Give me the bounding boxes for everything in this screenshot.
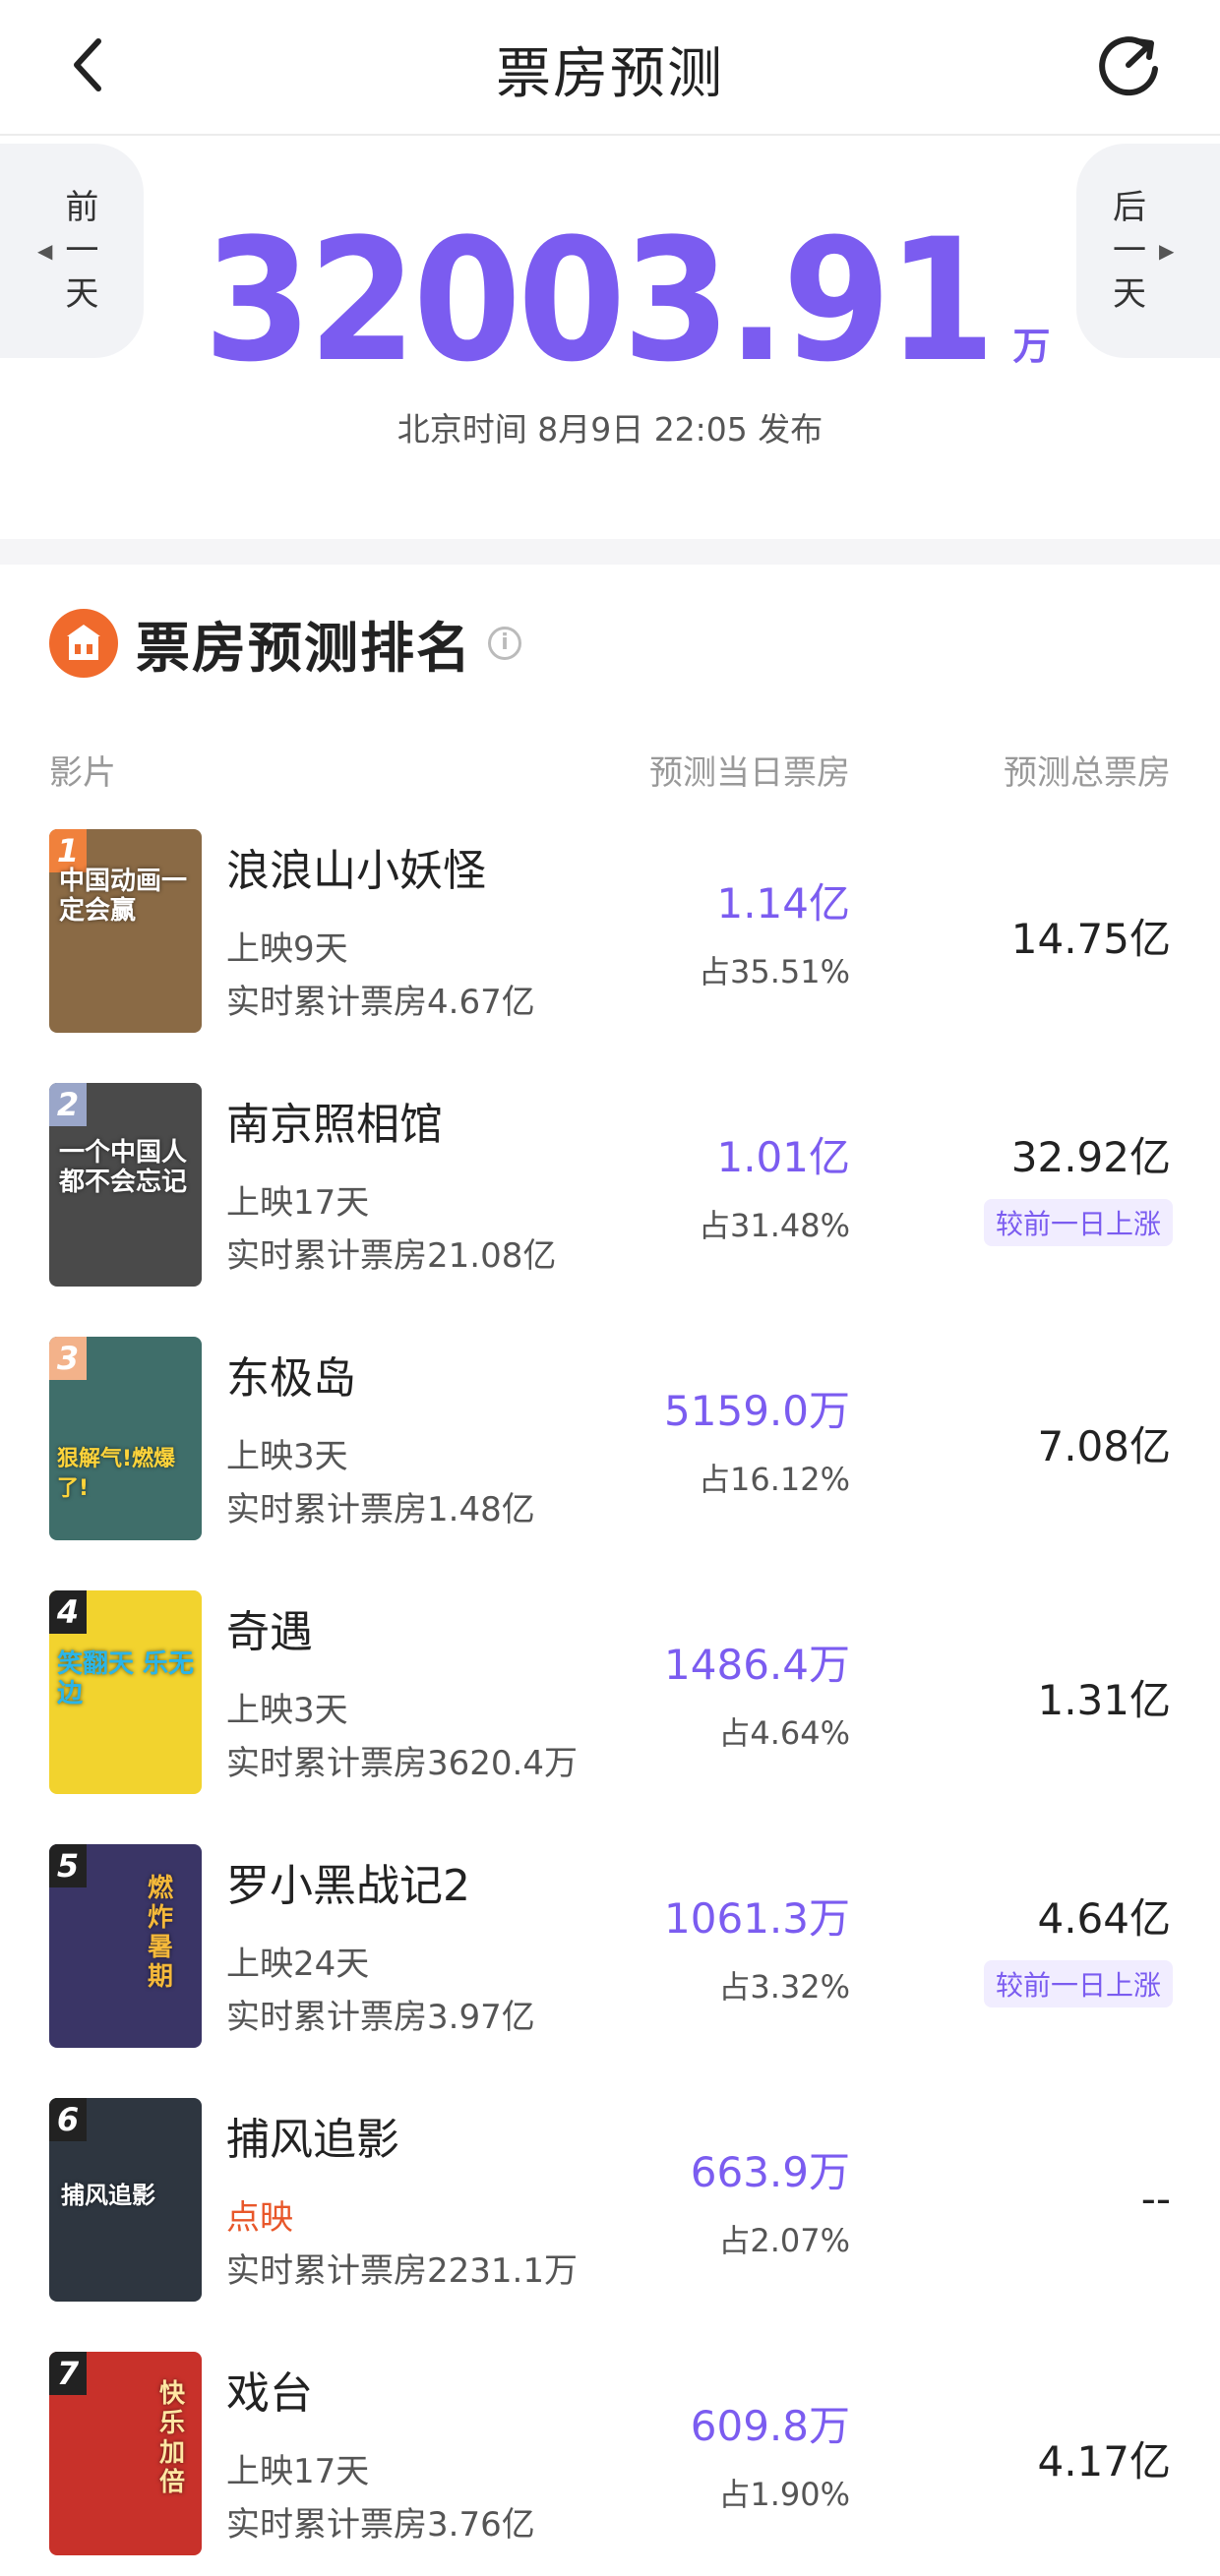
day-forecast-share: 占2.07% [718, 2222, 850, 2259]
film-release-days: 上映24天 [226, 1945, 370, 1984]
film-poster: 7 快乐加倍 [49, 2352, 202, 2555]
rank-badge: 4 [49, 1590, 87, 1634]
refresh-button[interactable] [1094, 30, 1163, 98]
day-forecast-value: 1.01亿 [716, 1133, 850, 1181]
film-name: 罗小黑战记2 [226, 1861, 470, 1911]
rise-badge: 较前一日上涨 [983, 1960, 1173, 2007]
film-name: 奇遇 [226, 1607, 313, 1657]
total-forecast-value: 32003.91 [204, 202, 996, 399]
refresh-icon [1099, 36, 1158, 96]
poster-text: 狠解气!燃爆了! [57, 1447, 176, 1501]
column-header-film: 影片 [49, 753, 116, 793]
column-header-total-box: 预测总票房 [1004, 753, 1171, 793]
total-forecast-value: 32.92亿 [1010, 1133, 1171, 1181]
top-bar: 票房预测 [0, 0, 1220, 136]
poster-text: 一个中国人都不会忘记 [59, 1138, 188, 1197]
column-header-day-box: 预测当日票房 [649, 753, 850, 793]
film-poster: 5 燃炸暑期 [49, 1844, 202, 2048]
day-forecast-value: 609.8万 [690, 2402, 850, 2450]
info-icon[interactable]: i [488, 627, 522, 660]
film-name: 捕风追影 [226, 2115, 399, 2165]
film-cumulative-box: 实时累计票房3.76亿 [226, 2505, 535, 2545]
day-forecast-share: 占16.12% [698, 1461, 850, 1498]
film-cumulative-box: 实时累计票房21.08亿 [226, 1236, 557, 1276]
rank-badge: 3 [49, 1337, 87, 1380]
film-release-days: 上映3天 [226, 1437, 348, 1476]
film-release-days: 上映17天 [226, 1183, 370, 1223]
film-name: 东极岛 [226, 1353, 356, 1404]
day-forecast-value: 5159.0万 [664, 1387, 850, 1435]
total-forecast-unit: 万 [1012, 325, 1051, 368]
film-row[interactable]: 4 笑翻天 乐无边 奇遇 上映3天 实时累计票房3620.4万 1486.4万 … [0, 1590, 1220, 1797]
film-cumulative-box: 实时累计票房1.48亿 [226, 1490, 535, 1529]
day-forecast-value: 1.14亿 [716, 879, 850, 928]
film-poster: 1 中国动画一定会赢 [49, 829, 202, 1033]
film-row[interactable]: 5 燃炸暑期 罗小黑战记2 上映24天 实时累计票房3.97亿 1061.3万 … [0, 1844, 1220, 2051]
box-office-summary: ◀ 前一天 后一天 ▶ 32003.91 万 北京时间 8月9日 22:05 发布 [0, 138, 1220, 541]
poster-text: 笑翻天 乐无边 [57, 1649, 195, 1708]
day-forecast-share: 占31.48% [698, 1207, 850, 1244]
film-release-days: 上映9天 [226, 929, 348, 969]
film-row[interactable]: 2 一个中国人都不会忘记 南京照相馆 上映17天 实时累计票房21.08亿 1.… [0, 1083, 1220, 1289]
film-poster: 4 笑翻天 乐无边 [49, 1590, 202, 1794]
day-forecast-value: 1486.4万 [664, 1641, 850, 1689]
section-divider [0, 539, 1220, 565]
total-forecast-value: 4.17亿 [1037, 2437, 1171, 2486]
film-row[interactable]: 3 狠解气!燃爆了! 东极岛 上映3天 实时累计票房1.48亿 5159.0万 … [0, 1337, 1220, 1543]
poster-text: 燃炸暑期 [148, 1874, 174, 1992]
film-name: 浪浪山小妖怪 [226, 846, 486, 896]
total-forecast-value: -- [1140, 2175, 1171, 2223]
film-row[interactable]: 1 中国动画一定会赢 浪浪山小妖怪 上映9天 实时累计票房4.67亿 1.14亿… [0, 829, 1220, 1036]
rank-badge: 5 [49, 1844, 87, 1887]
film-camera-icon [49, 609, 118, 678]
day-forecast-value: 1061.3万 [664, 1894, 850, 1943]
rise-badge: 较前一日上涨 [983, 1199, 1173, 1246]
rank-badge: 2 [49, 1083, 87, 1126]
film-release-days: 上映3天 [226, 1691, 348, 1730]
film-poster: 3 狠解气!燃爆了! [49, 1337, 202, 1540]
film-cumulative-box: 实时累计票房2231.1万 [226, 2251, 578, 2291]
poster-text: 捕风追影 [61, 2182, 155, 2209]
total-forecast-value: 14.75亿 [1010, 915, 1171, 963]
rank-badge: 7 [49, 2352, 87, 2395]
rank-badge: 6 [49, 2098, 87, 2141]
total-forecast: 32003.91 万 [0, 216, 1220, 386]
film-poster: 2 一个中国人都不会忘记 [49, 1083, 202, 1287]
poster-text: 中国动画一定会赢 [59, 867, 188, 926]
film-name: 戏台 [226, 2368, 313, 2419]
day-forecast-share: 占4.64% [718, 1714, 850, 1752]
film-row[interactable]: 7 快乐加倍 戏台 上映17天 实时累计票房3.76亿 609.8万 占1.90… [0, 2352, 1220, 2558]
film-name: 南京照相馆 [226, 1100, 443, 1150]
ranking-header: 票房预测排名 i [49, 604, 522, 683]
day-forecast-share: 占3.32% [718, 1968, 850, 2006]
page-title: 票房预测 [496, 42, 724, 106]
total-forecast-value: 7.08亿 [1037, 1422, 1171, 1470]
total-forecast-value: 4.64亿 [1037, 1894, 1171, 1943]
film-cumulative-box: 实时累计票房3.97亿 [226, 1998, 535, 2037]
film-release-days: 点映 [226, 2198, 293, 2238]
film-row[interactable]: 6 捕风追影 捕风追影 点映 实时累计票房2231.1万 663.9万 占2.0… [0, 2098, 1220, 2305]
publish-time: 北京时间 8月9日 22:05 发布 [396, 410, 824, 449]
ranking-title: 票房预测排名 [136, 617, 473, 680]
poster-text: 快乐加倍 [159, 2379, 186, 2497]
day-forecast-share: 占1.90% [718, 2476, 850, 2513]
day-forecast-share: 占35.51% [698, 953, 850, 990]
film-release-days: 上映17天 [226, 2452, 370, 2491]
day-forecast-value: 663.9万 [690, 2148, 850, 2196]
film-cumulative-box: 实时累计票房4.67亿 [226, 983, 535, 1022]
film-cumulative-box: 实时累计票房3620.4万 [226, 1744, 578, 1783]
total-forecast-value: 1.31亿 [1037, 1676, 1171, 1724]
film-poster: 6 捕风追影 [49, 2098, 202, 2302]
